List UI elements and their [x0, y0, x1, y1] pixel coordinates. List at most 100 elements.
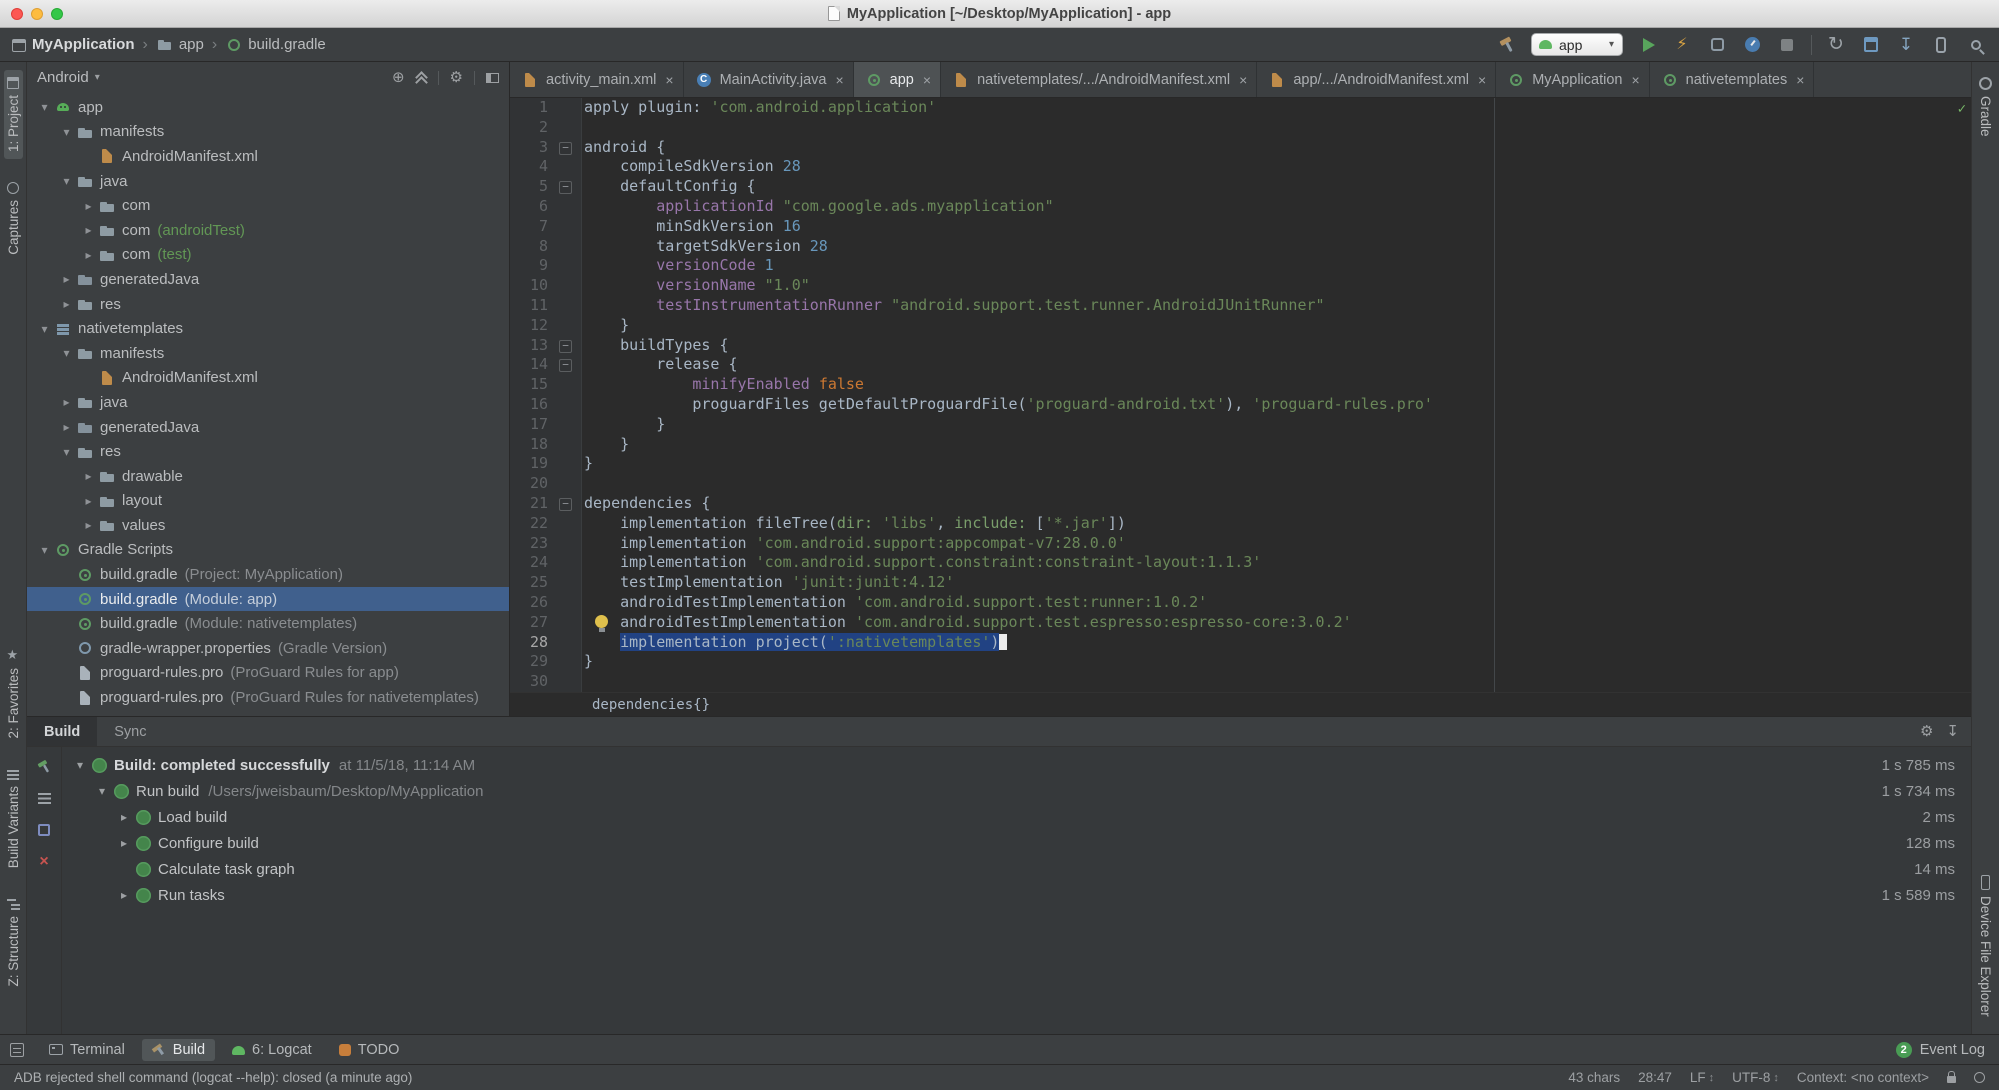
build-tree-item-calculate-task-graph[interactable]: Calculate task graph 14 ms — [62, 856, 1971, 882]
project-tree-item-java[interactable]: ▾ java — [27, 169, 509, 194]
tree-expand-arrow-icon[interactable]: ▾ — [70, 758, 90, 772]
project-tree-item-com-test[interactable]: ▸ com (test) — [27, 243, 509, 268]
tree-expand-arrow-icon[interactable]: ▸ — [79, 248, 98, 262]
project-tree-item-androidmanifest-xml[interactable]: AndroidManifest.xml — [27, 366, 509, 391]
profile-app-icon[interactable] — [1741, 34, 1763, 56]
breadcrumb-item-myapplication[interactable]: MyApplication — [12, 36, 135, 53]
tree-expand-arrow-icon[interactable]: ▸ — [114, 810, 134, 824]
code-line-13[interactable]: 13 buildTypes { — [510, 336, 1971, 356]
build-hammer-icon[interactable] — [1496, 34, 1518, 56]
toolwindow-button-6-logcat[interactable]: 6: Logcat — [222, 1039, 322, 1061]
status-widget-28-47[interactable]: 28:47 — [1638, 1070, 1672, 1085]
code-line-14[interactable]: 14 release { — [510, 355, 1971, 375]
collapse-all-icon[interactable] — [416, 72, 427, 83]
breadcrumb-item-build-gradle[interactable]: build.gradle — [225, 36, 326, 53]
tree-expand-arrow-icon[interactable]: ▸ — [57, 297, 76, 311]
tree-expand-arrow-icon[interactable]: ▾ — [92, 784, 112, 798]
task-view-icon[interactable] — [35, 821, 53, 839]
project-tree-item-app[interactable]: ▾ app — [27, 95, 509, 120]
project-tree-item-values[interactable]: ▸ values — [27, 513, 509, 538]
code-line-23[interactable]: 23 implementation 'com.android.support:a… — [510, 534, 1971, 554]
close-tab-icon[interactable]: × — [923, 72, 931, 88]
toolwindow-button-build-variants[interactable]: Build Variants — [4, 761, 23, 875]
toolwindow-button-1-project[interactable]: 1: Project — [3, 70, 23, 160]
code-line-24[interactable]: 24 implementation 'com.android.support.c… — [510, 553, 1971, 573]
status-widget-context-no-context[interactable]: Context: <no context> — [1797, 1070, 1929, 1085]
editor-tab-mainactivity-java[interactable]: MainActivity.java × — [684, 62, 854, 97]
code-line-27[interactable]: 27 androidTestImplementation 'com.androi… — [510, 613, 1971, 633]
toolwindow-button-captures[interactable]: Captures — [4, 175, 23, 262]
fold-marker-icon[interactable] — [554, 138, 576, 158]
close-build-icon[interactable]: × — [35, 853, 53, 871]
project-tree-item-gradle-wrapper-properties-gradle-version[interactable]: gradle-wrapper.properties (Gradle Version… — [27, 636, 509, 661]
toolwindow-switcher-icon[interactable] — [10, 1042, 24, 1057]
minimize-panel-icon[interactable]: ↧ — [1946, 724, 1959, 739]
avd-manager-icon[interactable] — [1930, 34, 1952, 56]
build-panel-tab-build[interactable]: Build — [27, 717, 98, 746]
lock-icon[interactable] — [1947, 1071, 1956, 1083]
build-settings-gear-icon[interactable]: ⚙ — [1920, 724, 1933, 739]
code-line-17[interactable]: 17 } — [510, 415, 1971, 435]
minimize-window-button[interactable] — [31, 7, 43, 20]
code-line-28[interactable]: 28 implementation project(':nativetempla… — [510, 632, 1971, 653]
project-tree-item-res[interactable]: ▾ res — [27, 439, 509, 464]
code-line-6[interactable]: 6 applicationId "com.google.ads.myapplic… — [510, 197, 1971, 217]
close-tab-icon[interactable]: × — [835, 72, 843, 88]
close-tab-icon[interactable]: × — [1478, 72, 1486, 88]
tree-expand-arrow-icon[interactable]: ▾ — [57, 174, 76, 188]
apply-changes-icon[interactable]: ⚡ — [1671, 34, 1693, 56]
editor-tab-app-androidmanifest-xml[interactable]: app/.../AndroidManifest.xml × — [1257, 62, 1497, 97]
tree-expand-arrow-icon[interactable]: ▾ — [57, 445, 76, 459]
run-configuration-select[interactable]: app ▾ — [1531, 33, 1623, 56]
sdk-manager-icon[interactable]: ↧ — [1895, 34, 1917, 56]
fold-marker-icon[interactable] — [554, 494, 576, 514]
build-tree-item-build-completed-successfully[interactable]: ▾ Build: completed successfully at 11/5/18… — [62, 752, 1971, 778]
project-tree-item-manifests[interactable]: ▾ manifests — [27, 120, 509, 145]
tree-expand-arrow-icon[interactable]: ▸ — [57, 420, 76, 434]
tree-expand-arrow-icon[interactable]: ▸ — [79, 469, 98, 483]
status-widget-utf-8[interactable]: UTF-8 ↕ — [1732, 1070, 1779, 1085]
project-tree-item-generatedjava[interactable]: ▸ generatedJava — [27, 415, 509, 440]
fold-marker-icon[interactable] — [554, 177, 576, 197]
project-tree-item-com[interactable]: ▸ com — [27, 193, 509, 218]
tree-expand-arrow-icon[interactable]: ▾ — [35, 543, 54, 557]
close-tab-icon[interactable]: × — [1239, 72, 1247, 88]
close-tab-icon[interactable]: × — [665, 72, 673, 88]
close-window-button[interactable] — [11, 7, 23, 20]
code-line-26[interactable]: 26 androidTestImplementation 'com.androi… — [510, 593, 1971, 613]
tree-expand-arrow-icon[interactable]: ▸ — [57, 272, 76, 286]
inspections-ok-icon[interactable]: ✓ — [1958, 101, 1966, 117]
code-line-15[interactable]: 15 minifyEnabled false — [510, 375, 1971, 395]
build-panel-tab-sync[interactable]: Sync — [97, 717, 163, 746]
editor-tab-nativetemplates[interactable]: nativetemplates × — [1650, 62, 1815, 97]
status-widget-lf[interactable]: LF ↕ — [1690, 1070, 1714, 1085]
settings-gear-icon[interactable]: ⚙ — [450, 70, 463, 85]
code-line-19[interactable]: 19} — [510, 454, 1971, 474]
tree-expand-arrow-icon[interactable]: ▸ — [57, 395, 76, 409]
fold-marker-icon[interactable] — [554, 336, 576, 356]
attach-debugger-icon[interactable] — [1706, 34, 1728, 56]
build-tree-item-configure-build[interactable]: ▸ Configure build 128 ms — [62, 830, 1971, 856]
tree-expand-arrow-icon[interactable]: ▸ — [79, 223, 98, 237]
tree-expand-arrow-icon[interactable]: ▸ — [114, 836, 134, 850]
code-line-22[interactable]: 22 implementation fileTree(dir: 'libs', … — [510, 514, 1971, 534]
hide-panel-icon[interactable] — [486, 72, 499, 83]
project-tree-item-layout[interactable]: ▸ layout — [27, 489, 509, 514]
code-line-3[interactable]: 3 android { — [510, 138, 1971, 158]
toolwindow-button-device-file-explorer[interactable]: Device File Explorer — [1976, 868, 1995, 1024]
build-tree-item-run-build[interactable]: ▾ Run build/Users/jweisbaum/Desktop/MyApp… — [62, 778, 1971, 804]
project-tree-item-manifests[interactable]: ▾ manifests — [27, 341, 509, 366]
code-line-18[interactable]: 18 } — [510, 435, 1971, 455]
code-line-8[interactable]: 8 targetSdkVersion 28 — [510, 237, 1971, 257]
tree-expand-arrow-icon[interactable]: ▸ — [79, 518, 98, 532]
toolwindow-button-todo[interactable]: TODO — [329, 1039, 410, 1061]
project-tree-item-androidmanifest-xml[interactable]: AndroidManifest.xml — [27, 144, 509, 169]
tree-expand-arrow-icon[interactable]: ▾ — [35, 322, 54, 336]
code-line-2[interactable]: 2 — [510, 118, 1971, 138]
code-line-25[interactable]: 25 testImplementation 'junit:junit:4.12' — [510, 573, 1971, 593]
code-line-7[interactable]: 7 minSdkVersion 16 — [510, 217, 1971, 237]
code-line-20[interactable]: 20 — [510, 474, 1971, 494]
zoom-window-button[interactable] — [51, 7, 63, 20]
project-tree-item-com-androidtest[interactable]: ▸ com (androidTest) — [27, 218, 509, 243]
breadcrumb-item-app[interactable]: app — [156, 36, 204, 53]
